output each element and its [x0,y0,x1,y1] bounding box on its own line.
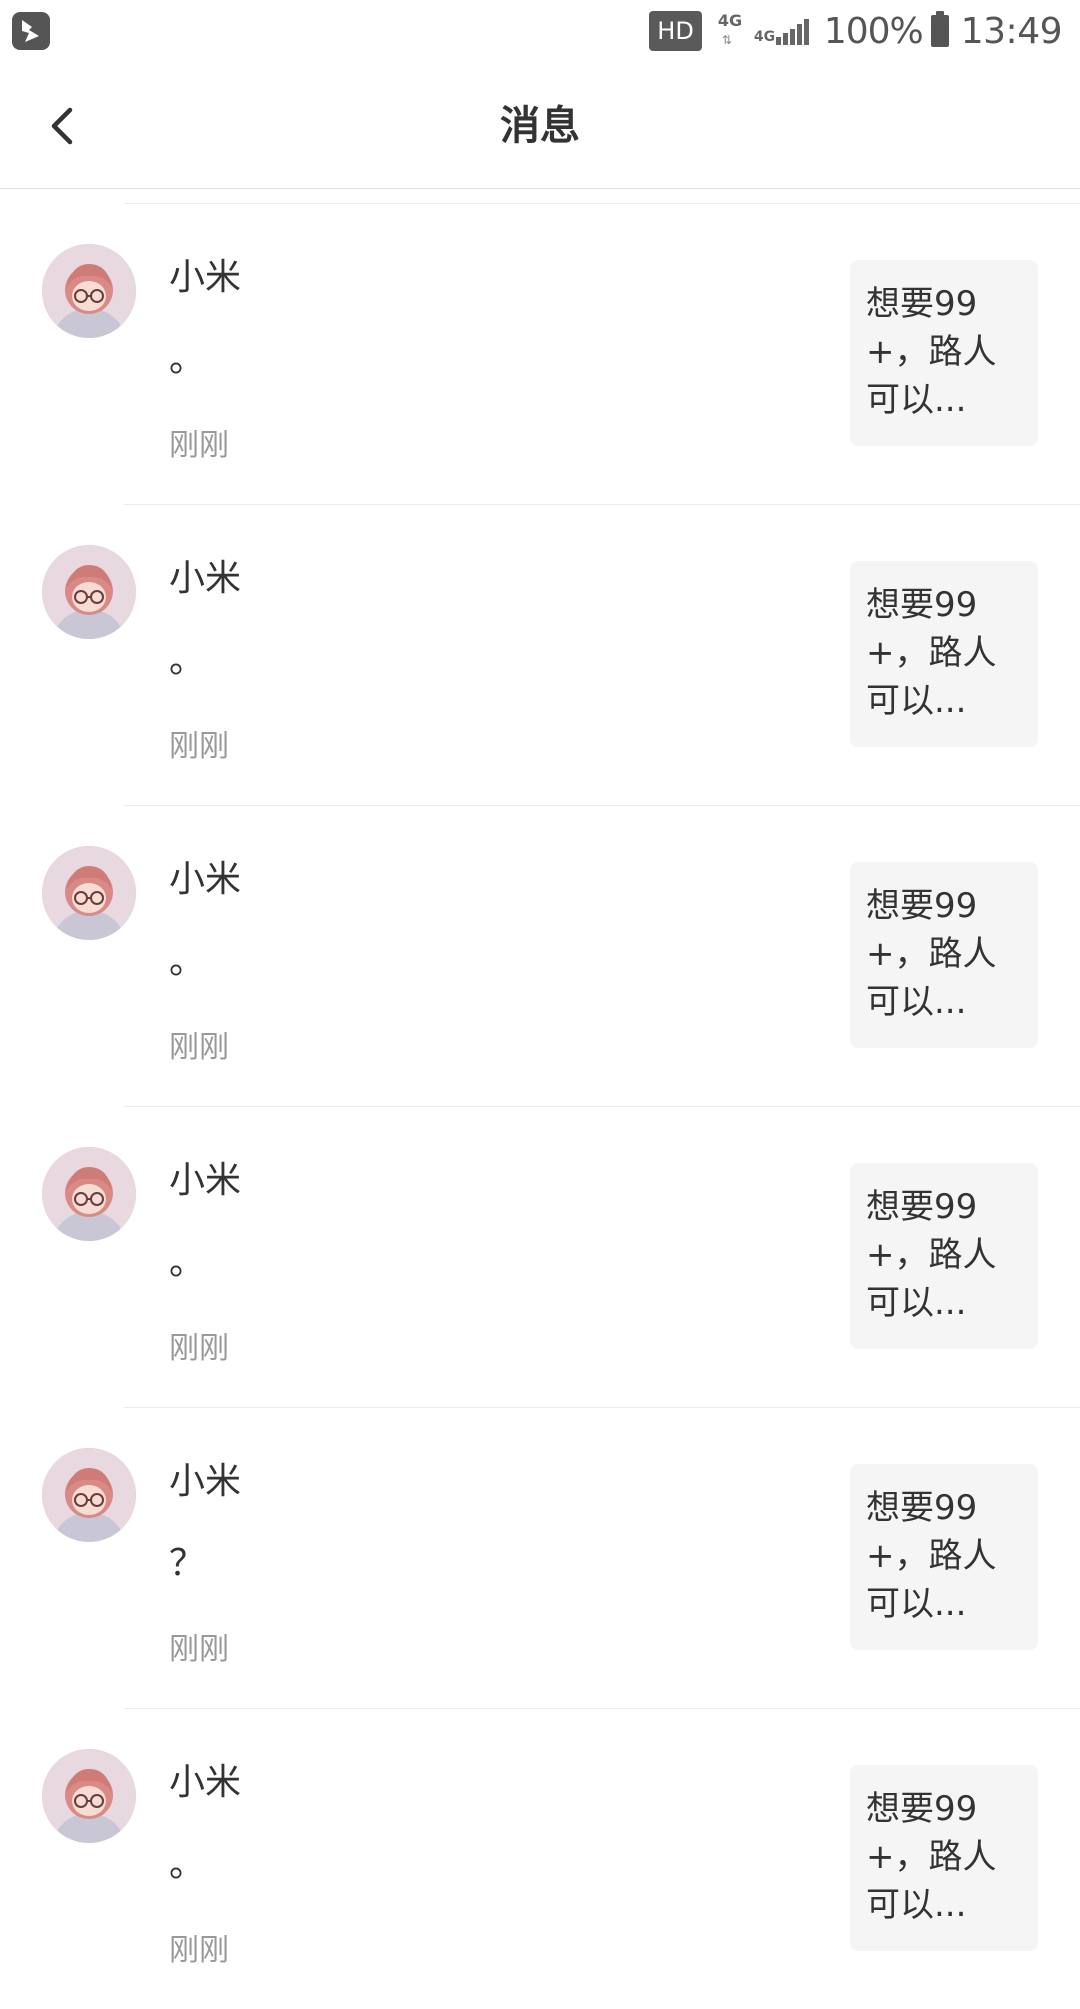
list-item[interactable]: 小米 。 刚刚 想要99+，路人可以... [42,806,1080,1107]
data-arrows-icon: ⇅ [721,33,732,47]
message-time: 刚刚 [169,1632,229,1667]
sender-name: 小米 [169,558,242,599]
battery-percent: 100% [823,10,924,52]
post-preview-text: 想要99+，路人可以... [866,284,997,420]
list-item[interactable]: 小米 。 刚刚 想要99+，路人可以... [42,1709,1080,2009]
message-text: 。 [169,640,206,681]
message-text: 。 [169,941,206,982]
status-right: HD 4G ⇅ 4G 100% 13:49 [649,8,1063,54]
post-preview[interactable]: 想要99+，路人可以... [850,1163,1038,1349]
message-time: 刚刚 [169,729,229,764]
post-preview-text: 想要99+，路人可以... [866,886,997,1022]
post-preview-text: 想要99+，路人可以... [866,1789,997,1925]
sender-name: 小米 [169,1762,242,1803]
sender-name: 小米 [169,859,242,900]
list-item[interactable]: 小米 。 刚刚 想要99+，路人可以... [42,204,1080,505]
avatar[interactable] [42,244,136,338]
message-text: 。 [169,339,206,380]
page-title: 消息 [500,103,580,149]
post-preview[interactable]: 想要99+，路人可以... [850,260,1038,446]
post-preview[interactable]: 想要99+，路人可以... [850,561,1038,747]
list-item[interactable]: 小米 ？ 刚刚 想要99+，路人可以... [42,1408,1080,1709]
message-time: 刚刚 [169,1030,229,1065]
message-time: 刚刚 [169,1933,229,1968]
network-label: 4G [717,11,743,30]
divider [124,189,1080,204]
clock: 13:49 [960,10,1063,52]
network-type-icon: 4G ⇅ [716,9,752,53]
avatar[interactable] [42,1147,136,1241]
post-preview[interactable]: 想要99+，路人可以... [850,862,1038,1048]
avatar[interactable] [42,1448,136,1542]
post-preview[interactable]: 想要99+，路人可以... [850,1765,1038,1951]
message-time: 刚刚 [169,428,229,463]
app-notification-icon [12,12,50,50]
avatar[interactable] [42,846,136,940]
sender-name: 小米 [169,257,242,298]
signal-icon: 4G [754,9,814,53]
message-text: ？ [169,1543,206,1584]
hd-badge: HD [649,11,702,51]
signal-network-label: 4G [753,29,776,45]
post-preview-text: 想要99+，路人可以... [866,1187,997,1323]
post-preview[interactable]: 想要99+，路人可以... [850,1464,1038,1650]
message-text: 。 [169,1242,206,1283]
sender-name: 小米 [169,1160,242,1201]
list-item[interactable]: 小米 。 刚刚 想要99+，路人可以... [42,1107,1080,1408]
header: 消息 [0,62,1080,189]
avatar[interactable] [42,545,136,639]
status-bar: HD 4G ⇅ 4G 100% 13:49 [0,0,1080,62]
avatar[interactable] [42,1749,136,1843]
message-text: 。 [169,1844,206,1885]
list-item[interactable]: 小米 。 刚刚 想要99+，路人可以... [42,505,1080,806]
post-preview-text: 想要99+，路人可以... [866,585,997,721]
battery-icon [930,11,949,47]
sender-name: 小米 [169,1461,242,1502]
post-preview-text: 想要99+，路人可以... [866,1488,997,1624]
message-time: 刚刚 [169,1331,229,1366]
message-list: 小米 。 刚刚 想要99+，路人可以... 小米 。 刚刚 想要99+，路人可以… [0,189,1080,2009]
